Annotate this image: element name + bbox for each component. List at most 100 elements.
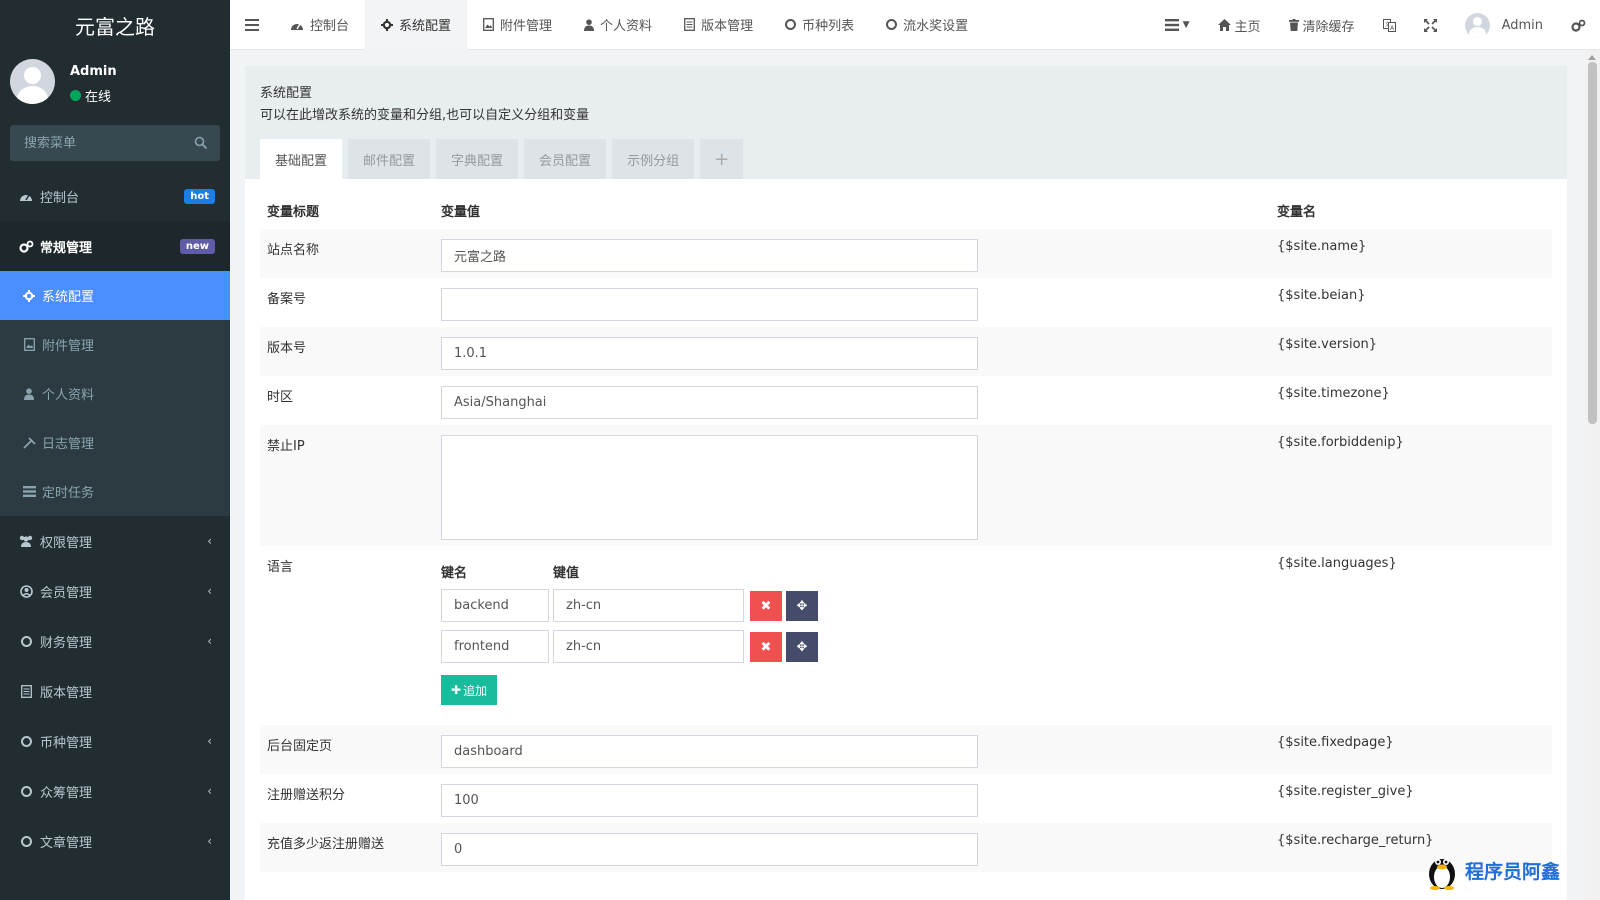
row-title: 注册赠送积分 [267,788,346,803]
close-icon: ✖ [760,597,772,613]
sidebar-item-crontab[interactable]: 定时任务 [0,467,230,516]
delete-row-button[interactable]: ✖ [750,590,782,621]
tab-dictionary-config[interactable]: 字典配置 [436,139,519,179]
kv-row: ✖ ✥ [441,630,1277,663]
sidebar-item-label: 常规管理 [40,240,93,256]
column-header-name: 变量名 [1277,204,1317,220]
table-row: 站点名称 {$site.name} [260,229,1552,278]
row-var-name: {$site.languages} [1277,556,1397,571]
column-header-value: 变量值 [441,204,481,220]
user-menu[interactable]: Admin [1451,0,1557,50]
recharge-return-input[interactable] [441,833,978,866]
tab-system-config[interactable]: 系统配置 [365,0,468,50]
sidebar-item-attachments[interactable]: 附件管理 [0,320,230,369]
table-row: 充值多少返注册赠送 {$site.recharge_return} [260,823,1552,872]
fixed-page-input[interactable] [441,735,978,768]
clear-cache-button[interactable]: 清除缓存 [1275,0,1369,50]
row-title: 时区 [267,390,294,405]
brand-logo[interactable]: 元富之路 [0,0,230,50]
scrollbar-thumb[interactable] [1588,62,1597,424]
kv-key-input[interactable] [441,589,549,622]
tab-label: 个人资料 [600,19,653,34]
tab-profile[interactable]: 个人资料 [568,0,668,50]
chevron-left-icon: ‹ [207,834,212,848]
row-var-name: {$site.name} [1277,229,1552,278]
tab-flow-reward[interactable]: 流水奖设置 [870,0,984,50]
tab-currency-list[interactable]: 币种列表 [769,0,870,50]
home-link[interactable]: 主页 [1204,0,1275,50]
tab-versions[interactable]: 版本管理 [668,0,769,50]
circle-icon [18,785,34,797]
sidebar-item-label: 财务管理 [40,635,93,651]
drag-handle[interactable]: ✥ [786,590,818,621]
sidebar-item-versions[interactable]: 版本管理 [0,666,230,716]
sidebar-subitem-label: 系统配置 [42,290,95,305]
forbidden-ip-textarea[interactable] [441,435,978,540]
row-title: 禁止IP [260,425,441,546]
gear-icon [381,18,394,31]
dashboard-icon [18,190,34,202]
sidebar-item-dashboard[interactable]: 控制台 hot [0,171,230,221]
expand-icon [1423,18,1437,32]
tab-member-config[interactable]: 会员配置 [524,139,607,179]
sidebar-item-finance[interactable]: 财务管理 ‹ [0,616,230,666]
table-row: 禁止IP {$site.forbiddenip} [260,425,1552,546]
sidebar-item-members[interactable]: 会员管理 ‹ [0,566,230,616]
search-icon[interactable] [194,136,208,150]
kv-key-input[interactable] [441,630,549,663]
language-button[interactable]: 文A [1369,0,1410,50]
plus-icon: ✚ [451,683,462,697]
sidebar-subitem-label: 附件管理 [42,339,95,354]
kv-value-input[interactable] [553,589,744,622]
control-sidebar-button[interactable] [1557,0,1600,50]
fullscreen-button[interactable] [1410,0,1451,50]
sidebar-item-label: 权限管理 [40,535,93,551]
append-button[interactable]: ✚ 追加 [441,675,498,705]
tab-list-dropdown[interactable]: ▼ [1151,0,1204,50]
sidebar-item-profile[interactable]: 个人资料 [0,369,230,418]
penguin-icon [1423,850,1461,890]
delete-row-button[interactable]: ✖ [750,631,782,662]
sidebar-subitem-label: 定时任务 [42,486,95,501]
timezone-input[interactable] [441,386,978,419]
sidebar-item-articles[interactable]: 文章管理 ‹ [0,816,230,866]
language-icon: 文A [1382,18,1396,32]
sidebar-item-general[interactable]: 常规管理 new [0,221,230,271]
kv-value-input[interactable] [553,630,744,663]
watermark-text: 程序员阿鑫 [1464,860,1560,883]
topbar-right: ▼ 主页 清除缓存 文A Admin [1151,0,1600,50]
scroll-up-icon[interactable] [1588,55,1596,60]
sidebar-item-label: 会员管理 [40,585,93,601]
circle-icon [18,635,34,647]
sidebar-item-currency[interactable]: 币种管理 ‹ [0,716,230,766]
tab-attachments[interactable]: 附件管理 [467,0,568,50]
new-badge: new [179,238,215,254]
add-group-button[interactable]: + [700,139,744,179]
beian-input[interactable] [441,288,978,321]
row-var-name: {$site.register_give} [1277,784,1414,799]
row-title: 版本号 [260,327,441,376]
tab-label: 控制台 [310,19,350,34]
row-title: 充值多少返注册赠送 [260,823,441,872]
site-name-input[interactable] [441,239,978,272]
tab-dashboard[interactable]: 控制台 [274,0,365,50]
tab-basic-config[interactable]: 基础配置 [260,139,343,179]
sidebar-item-system-config[interactable]: 系统配置 [0,271,230,320]
sidebar-item-logs[interactable]: 日志管理 [0,418,230,467]
tab-example-group[interactable]: 示例分组 [612,139,695,179]
register-give-input[interactable] [441,784,978,817]
circle-icon [785,19,797,30]
kv-key-header: 键名 [441,566,468,581]
arrows-icon: ✥ [796,638,808,654]
sidebar-toggle-button[interactable] [230,0,274,50]
sidebar-item-crowdfunding[interactable]: 众筹管理 ‹ [0,766,230,816]
drag-handle[interactable]: ✥ [786,631,818,662]
menu-search-input[interactable] [10,125,220,161]
tasks-icon [22,486,36,497]
user-status-label: 在线 [85,90,112,105]
users-group-icon [18,535,34,547]
sidebar-item-permissions[interactable]: 权限管理 ‹ [0,516,230,566]
tab-label: 版本管理 [701,19,754,34]
tab-email-config[interactable]: 邮件配置 [348,139,431,179]
version-input[interactable] [441,337,978,370]
